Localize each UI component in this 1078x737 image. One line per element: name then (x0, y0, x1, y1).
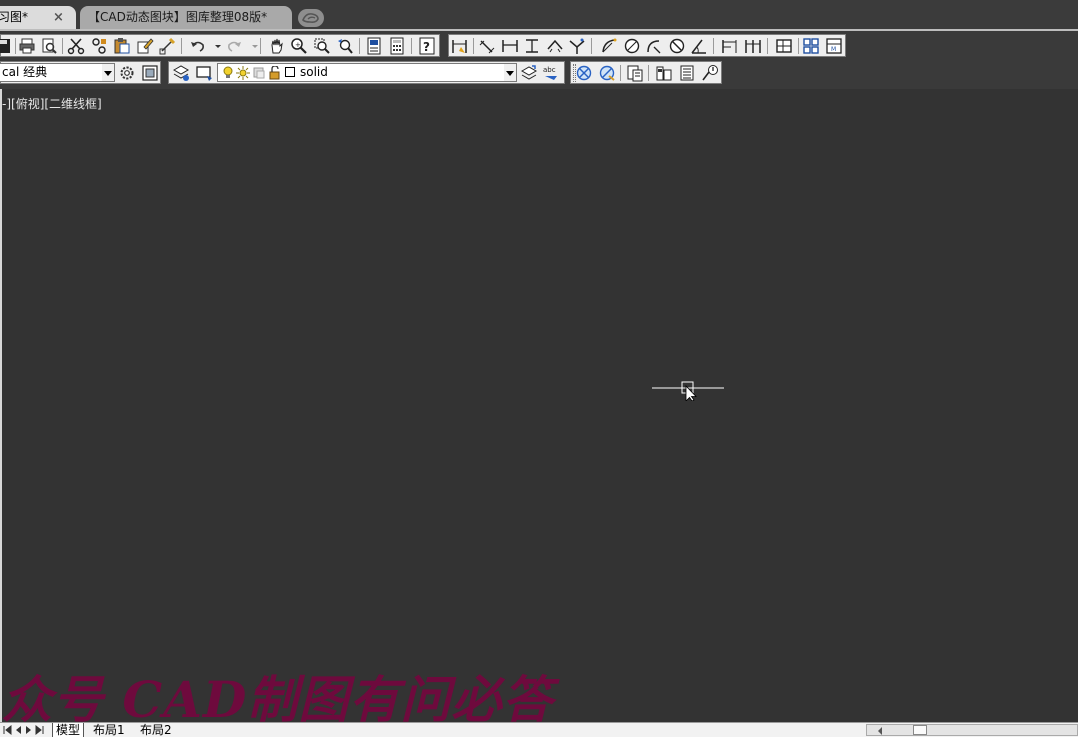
print-icon[interactable] (18, 37, 36, 55)
next-layout-icon[interactable] (24, 724, 34, 736)
first-layout-icon[interactable] (2, 724, 12, 736)
unlock-icon (269, 66, 280, 80)
layer-color-swatch (285, 67, 295, 77)
aligned-dimension-icon[interactable] (478, 37, 496, 55)
copy-clip-icon[interactable] (626, 64, 644, 82)
workspace-select-value: cal 经典 (2, 65, 48, 79)
sun-icon (236, 66, 250, 80)
new-tab-button[interactable] (298, 9, 324, 27)
print-preview-icon[interactable] (40, 37, 58, 55)
angular-dimension-icon[interactable] (645, 37, 663, 55)
drawing-canvas[interactable]: -][俯视][二维线框] 众号 CAD制图有问必答 (0, 89, 1078, 724)
copy-icon[interactable] (90, 37, 108, 55)
workspace-settings-icon[interactable] (141, 64, 159, 82)
layer-select[interactable]: solid (217, 63, 517, 82)
chevron-down-icon[interactable] (504, 64, 516, 81)
layer-state-icon[interactable]: abc (542, 64, 560, 82)
tool-palettes-icon[interactable] (678, 64, 696, 82)
chevron-down-icon[interactable] (209, 37, 221, 55)
standard-toolbar: + ? (0, 34, 440, 57)
scrollbar-thumb[interactable] (913, 725, 927, 735)
block-editor-icon[interactable] (158, 37, 176, 55)
document-tab-bar: 习图* × 【CAD动态图块】图库整理08版* (0, 0, 1078, 31)
tab-model[interactable]: 模型 (52, 723, 85, 737)
viewport-controls-label[interactable]: -][俯视][二维线框] (2, 95, 102, 112)
dimension-update-icon[interactable]: M (825, 37, 843, 55)
layer-tools-toolbar (570, 61, 722, 84)
zoom-previous-icon[interactable] (336, 37, 354, 55)
diameter-dimension-icon[interactable] (623, 37, 641, 55)
toolbar-area: + ? M cal 经典 solid abc (0, 31, 1078, 89)
radius-dimension-icon[interactable] (600, 37, 618, 55)
center-mark-icon[interactable] (668, 37, 686, 55)
zoom-window-icon[interactable] (313, 37, 331, 55)
help-icon[interactable]: ? (418, 37, 436, 55)
lightbulb-icon (223, 66, 233, 78)
horizontal-scrollbar[interactable] (866, 724, 1078, 736)
document-tab-active-label: 习图* (0, 10, 29, 24)
last-layout-icon[interactable] (35, 724, 45, 736)
markup-set-icon[interactable] (701, 64, 719, 82)
workspace-select[interactable]: cal 经典 (0, 63, 115, 82)
new-drawing-icon (302, 13, 319, 23)
make-current-layer-icon[interactable] (195, 64, 213, 82)
document-tab-second[interactable]: 【CAD动态图块】图库整理08版* (80, 6, 292, 29)
dimension-style-icon[interactable] (802, 37, 820, 55)
dimension-toolbar: M (448, 34, 846, 57)
tolerance-icon[interactable] (775, 37, 793, 55)
chevron-down-icon[interactable] (102, 64, 114, 81)
crosshair-cursor (652, 381, 724, 401)
layer-unisolate-icon[interactable] (598, 64, 616, 82)
svg-text:+: + (295, 41, 301, 49)
redo-icon[interactable] (225, 37, 243, 55)
design-center-icon[interactable] (655, 64, 673, 82)
calculator-icon[interactable] (388, 37, 406, 55)
close-icon[interactable]: × (53, 6, 64, 29)
angle-dimension-icon[interactable] (690, 37, 708, 55)
jogged-dimension-icon[interactable] (568, 37, 586, 55)
tab-layout1[interactable]: 布局1 (90, 723, 128, 737)
linear-dimension-icon[interactable] (501, 37, 519, 55)
baseline-dimension-icon[interactable] (721, 37, 739, 55)
document-tab-active[interactable]: 习图* × (0, 6, 76, 29)
previous-layout-icon[interactable] (13, 724, 23, 736)
properties-icon[interactable] (365, 37, 383, 55)
quick-dimension-icon[interactable] (451, 37, 469, 55)
viewport-freeze-icon (253, 67, 265, 79)
save-icon[interactable] (0, 37, 13, 55)
zoom-realtime-icon[interactable]: + (290, 37, 308, 55)
ordinate-dimension-icon[interactable] (523, 37, 541, 55)
cut-icon[interactable] (67, 37, 85, 55)
scroll-left-icon[interactable] (877, 727, 883, 735)
undo-icon[interactable] (189, 37, 207, 55)
svg-text:M: M (831, 46, 836, 53)
layers-toolbar: solid abc (168, 61, 565, 84)
tab-layout2[interactable]: 布局2 (137, 723, 175, 737)
chevron-down-icon[interactable] (246, 37, 258, 55)
match-properties-icon[interactable] (136, 37, 154, 55)
layer-select-value: solid (300, 65, 328, 79)
gear-icon[interactable] (118, 64, 136, 82)
workspace-toolbar: cal 经典 (0, 61, 161, 84)
arc-length-dimension-icon[interactable] (546, 37, 564, 55)
paste-icon[interactable] (113, 37, 131, 55)
svg-text:?: ? (423, 40, 430, 54)
continue-dimension-icon[interactable] (744, 37, 762, 55)
layer-properties-icon[interactable] (172, 64, 190, 82)
svg-text:abc: abc (543, 66, 556, 74)
layer-previous-icon[interactable] (520, 64, 538, 82)
pan-hand-icon[interactable] (268, 37, 286, 55)
layout-tab-bar: 模型 布局1 布局2 (0, 722, 1078, 737)
watermark-text: 众号 CAD制图有问必答 (2, 670, 554, 724)
layer-isolate-icon[interactable] (575, 64, 593, 82)
